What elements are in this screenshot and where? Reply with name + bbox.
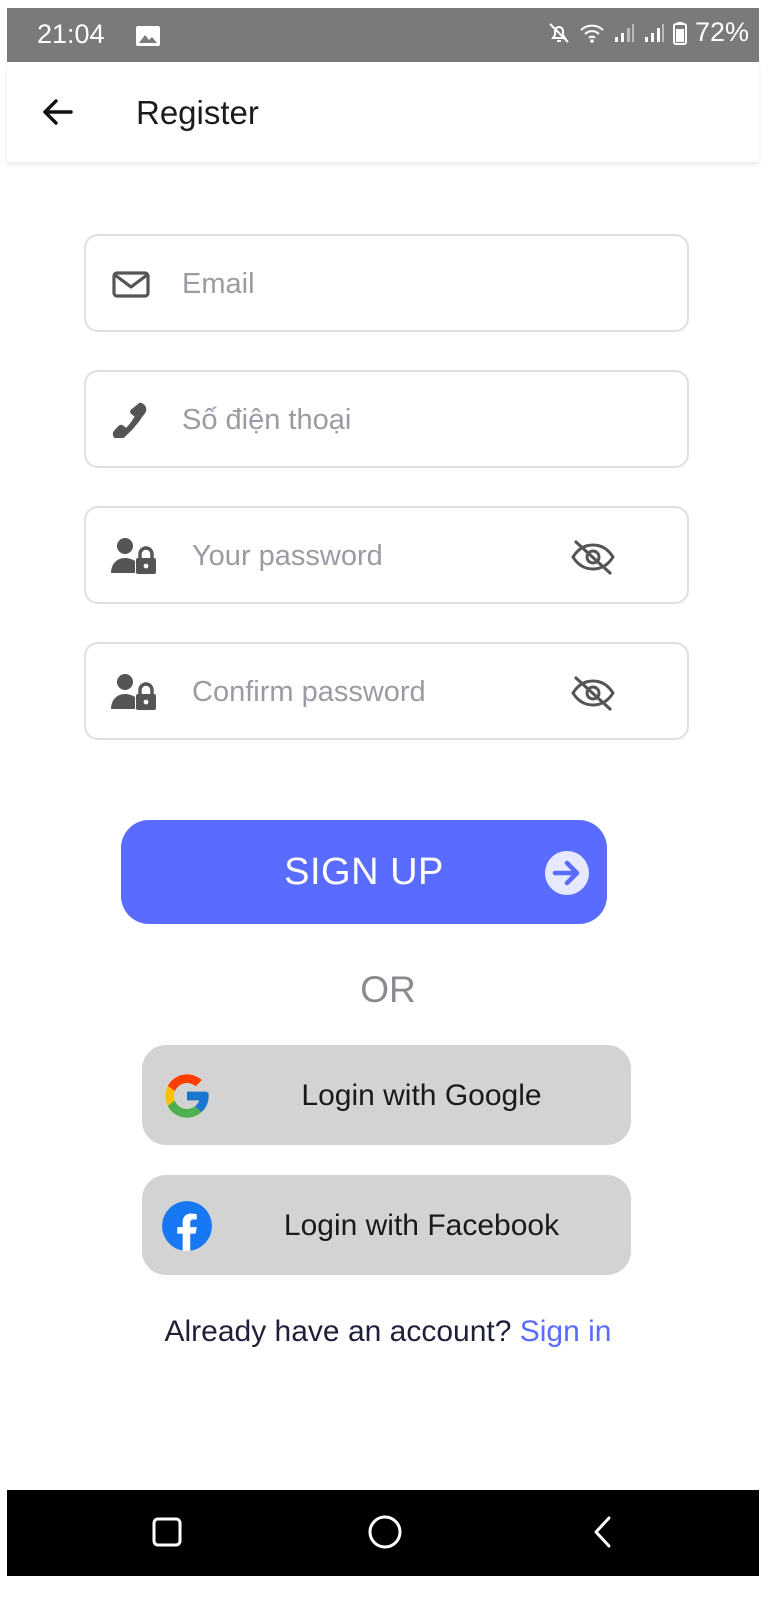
user-lock-icon [111, 538, 156, 574]
confirm-password-visibility-toggle[interactable] [570, 674, 616, 712]
eye-slash-icon [571, 676, 615, 711]
status-time: 21:04 [37, 19, 105, 49]
envelope-icon [112, 271, 150, 298]
phone-icon [112, 402, 147, 438]
email-input[interactable] [182, 256, 562, 312]
phone-input[interactable] [182, 392, 562, 448]
login-google-button[interactable]: Login with Google [142, 1045, 631, 1145]
app-bar: Register [7, 62, 759, 162]
square-icon [152, 1517, 182, 1547]
battery-percent: 72% [694, 17, 749, 47]
wifi-icon [580, 24, 604, 43]
login-google-label: Login with Google [301, 1079, 542, 1112]
sign-in-prompt: Already have an account? Sign in [0, 1315, 776, 1349]
back-button[interactable] [37, 92, 77, 132]
login-facebook-button[interactable]: Login with Facebook [142, 1175, 631, 1275]
nav-back-button[interactable] [583, 1512, 623, 1552]
google-icon [165, 1074, 209, 1118]
eye-slash-icon [571, 540, 615, 575]
confirm-password-input[interactable] [192, 664, 572, 720]
signal-icon [614, 23, 634, 42]
gallery-icon [136, 26, 160, 46]
page-title: Register [136, 94, 259, 131]
email-field[interactable] [84, 234, 689, 332]
sign-in-prompt-text: Already have an account? [164, 1315, 512, 1348]
phone-field[interactable] [84, 370, 689, 468]
confirm-password-field[interactable] [84, 642, 689, 740]
sign-up-label: SIGN UP [284, 851, 444, 893]
user-lock-icon [111, 674, 156, 710]
sign-in-link[interactable]: Sign in [520, 1315, 612, 1348]
system-nav-bar [7, 1490, 759, 1576]
mute-icon [549, 22, 569, 43]
or-divider: OR [360, 969, 416, 1010]
home-button[interactable] [365, 1512, 405, 1552]
signal-icon [644, 23, 664, 42]
status-bar: 21:04 72% [7, 8, 759, 62]
facebook-icon [162, 1201, 212, 1251]
password-input[interactable] [192, 528, 572, 584]
chevron-left-icon [594, 1516, 611, 1548]
arrow-left-icon [43, 99, 73, 125]
status-icons: 72% [547, 17, 749, 48]
circle-icon [368, 1515, 402, 1549]
password-field[interactable] [84, 506, 689, 604]
arrow-circle-right-icon [545, 851, 589, 895]
sign-up-button[interactable]: SIGN UP [121, 820, 607, 924]
battery-icon [672, 21, 687, 45]
login-facebook-label: Login with Facebook [283, 1209, 560, 1242]
recent-apps-button[interactable] [147, 1512, 187, 1552]
register-screen: 21:04 72% Register Email Số điện thoại S… [0, 0, 776, 1606]
password-visibility-toggle[interactable] [570, 538, 616, 576]
